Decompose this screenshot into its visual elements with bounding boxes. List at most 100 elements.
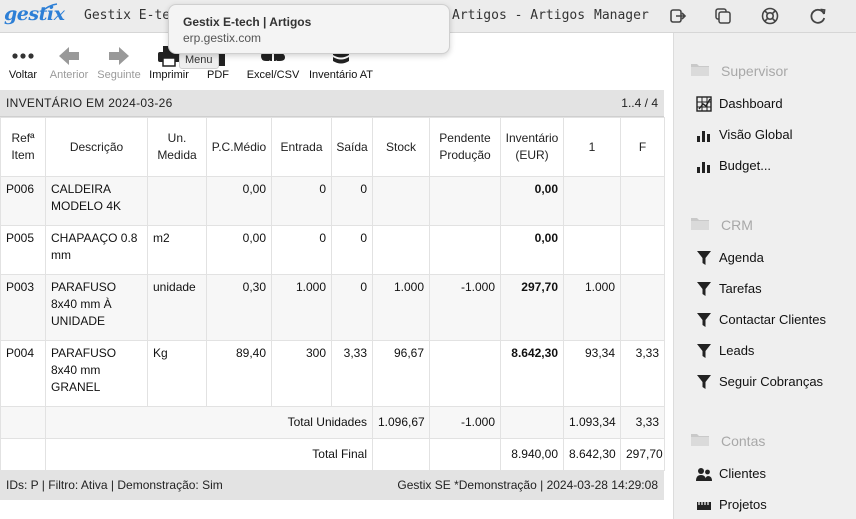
page-indicator: 1..4 / 4 [621,96,658,110]
back-label: Voltar [8,69,38,81]
filter-funnel-icon [697,313,711,327]
folder-icon [691,218,709,230]
window-icon[interactable] [713,6,733,26]
refresh-icon[interactable] [808,6,828,26]
table-row[interactable]: P003 PARAFUSO 8x40 mm À UNIDADE unidade … [0,274,665,341]
cell-stock: 96,67 [372,340,430,407]
table-row[interactable]: P005 CHAPAAÇO 0.8 mm m2 0,00 0 0 0,00 [0,225,665,275]
pdf-label: PDF [207,69,229,81]
col-stock[interactable]: Stock [372,117,430,177]
cell-w1 [563,225,621,275]
col-warehouse-f[interactable]: F [620,117,665,177]
help-lifebuoy-icon[interactable] [760,6,780,26]
cell-ref: P004 [0,340,46,407]
cell-empty [500,406,564,439]
cell-ref: P006 [0,176,46,226]
filter-funnel-icon [697,282,711,296]
sidebar-item-label: Dashboard [719,96,783,111]
logout-icon[interactable] [668,6,688,26]
more-dots-icon [12,53,34,59]
cell-unit: m2 [147,225,207,275]
back-button[interactable]: Voltar [6,43,40,81]
cell-wf [620,225,665,275]
cell-pending: -1.000 [429,274,501,341]
col-warehouse-1[interactable]: 1 [563,117,621,177]
cell-stock: 1.000 [372,274,430,341]
col-unit[interactable]: Un. Medida [147,117,207,177]
cell-w1: 93,34 [563,340,621,407]
total-units-row: Total Unidades 1.096,67 -1.000 1.093,34 … [0,406,665,439]
cell-empty [429,438,501,471]
table-row[interactable]: P006 CALDEIRA MODELO 4K 0,00 0 0 0,00 [0,176,665,226]
user-name[interactable]: Manager [594,8,649,23]
total-final-inventory: 8.940,00 [500,438,564,471]
col-exit[interactable]: Saída [331,117,373,177]
tooltip-title: Gestix E-tech | Artigos [183,15,312,29]
cell-exit: 3,33 [331,340,373,407]
col-pending-production[interactable]: Pendente Produção [429,117,501,177]
cell-description: CHAPAAÇO 0.8 mm [45,225,148,275]
table-header-row: Refª Item Descrição Un. Medida P.C.Médio… [0,117,665,177]
col-inventory-eur[interactable]: Inventário (EUR) [500,117,564,177]
total-final-label: Total Final [45,438,373,471]
cell-description: PARAFUSO 8x40 mm À UNIDADE [45,274,148,341]
cell-ref: P005 [0,225,46,275]
cell-description: PARAFUSO 8x40 mm GRANEL [45,340,148,407]
status-footer: IDs: P | Filtro: Ativa | Demonstração: S… [0,470,664,500]
filter-funnel-icon [697,251,711,265]
cell-pending [429,340,501,407]
cell-description: CALDEIRA MODELO 4K [45,176,148,226]
tooltip-url: erp.gestix.com [183,31,262,45]
previous-button[interactable]: Anterior [48,43,90,81]
logo-swoosh-icon [40,3,58,13]
cell-inventory: 297,70 [500,274,564,341]
sidebar-item-label: Agenda [719,250,764,265]
cell-unit: Kg [147,340,207,407]
cell-entry: 0 [271,225,332,275]
cell-avg-cost: 89,40 [206,340,272,407]
cell-wf: 3,33 [620,340,665,407]
total-units-pending: -1.000 [429,406,501,439]
sidebar-item-label: Seguir Cobranças [719,374,824,389]
next-button[interactable]: Seguinte [96,43,142,81]
cell-empty [372,438,430,471]
total-units-stock: 1.096,67 [372,406,430,439]
cell-ref: P003 [0,274,46,341]
dashboard-grid-icon [696,96,712,112]
excel-csv-label: Excel/CSV [246,69,300,81]
cell-exit: 0 [331,274,373,341]
sidebar-item-label: Leads [719,343,755,358]
system-timestamp: Gestix SE *Demonstração | 2024-03-28 14:… [397,478,658,492]
folder-icon [691,64,709,76]
col-ref[interactable]: Refª Item [0,117,46,177]
sidebar-item-label: Budget... [719,158,772,173]
sidebar-item-label: Projetos [719,497,767,512]
report-title: INVENTÁRIO EM 2024-03-26 [6,96,173,110]
inventory-report: INVENTÁRIO EM 2024-03-26 1..4 / 4 Refª I… [0,90,665,471]
cell-w1 [563,176,621,226]
section-title: Contas [721,433,766,449]
table-row[interactable]: P004 PARAFUSO 8x40 mm GRANEL Kg 89,40 30… [0,340,665,407]
next-label: Seguinte [97,69,141,81]
cell-avg-cost: 0,30 [206,274,272,341]
cell-pending [429,176,501,226]
total-final-w1: 8.642,30 [563,438,621,471]
print-label: Imprimir [149,69,189,81]
cell-entry: 1.000 [271,274,332,341]
filter-funnel-icon [697,375,711,389]
arrow-right-icon [109,47,129,65]
report-header-bar: INVENTÁRIO EM 2024-03-26 1..4 / 4 [0,90,664,117]
sidebar-item-label: Visão Global [719,127,793,142]
col-description[interactable]: Descrição [45,117,148,177]
cell-empty [0,406,46,439]
col-entry[interactable]: Entrada [271,117,332,177]
arrow-left-icon [59,47,79,65]
col-avg-cost[interactable]: P.C.Médio [206,117,272,177]
total-units-wf: 3,33 [620,406,665,439]
cell-w1: 1.000 [563,274,621,341]
inventory-table: Refª Item Descrição Un. Medida P.C.Médio… [0,117,665,471]
cell-entry: 0 [271,176,332,226]
projects-icon [697,502,711,510]
cell-inventory: 8.642,30 [500,340,564,407]
section-title: CRM [721,217,753,233]
